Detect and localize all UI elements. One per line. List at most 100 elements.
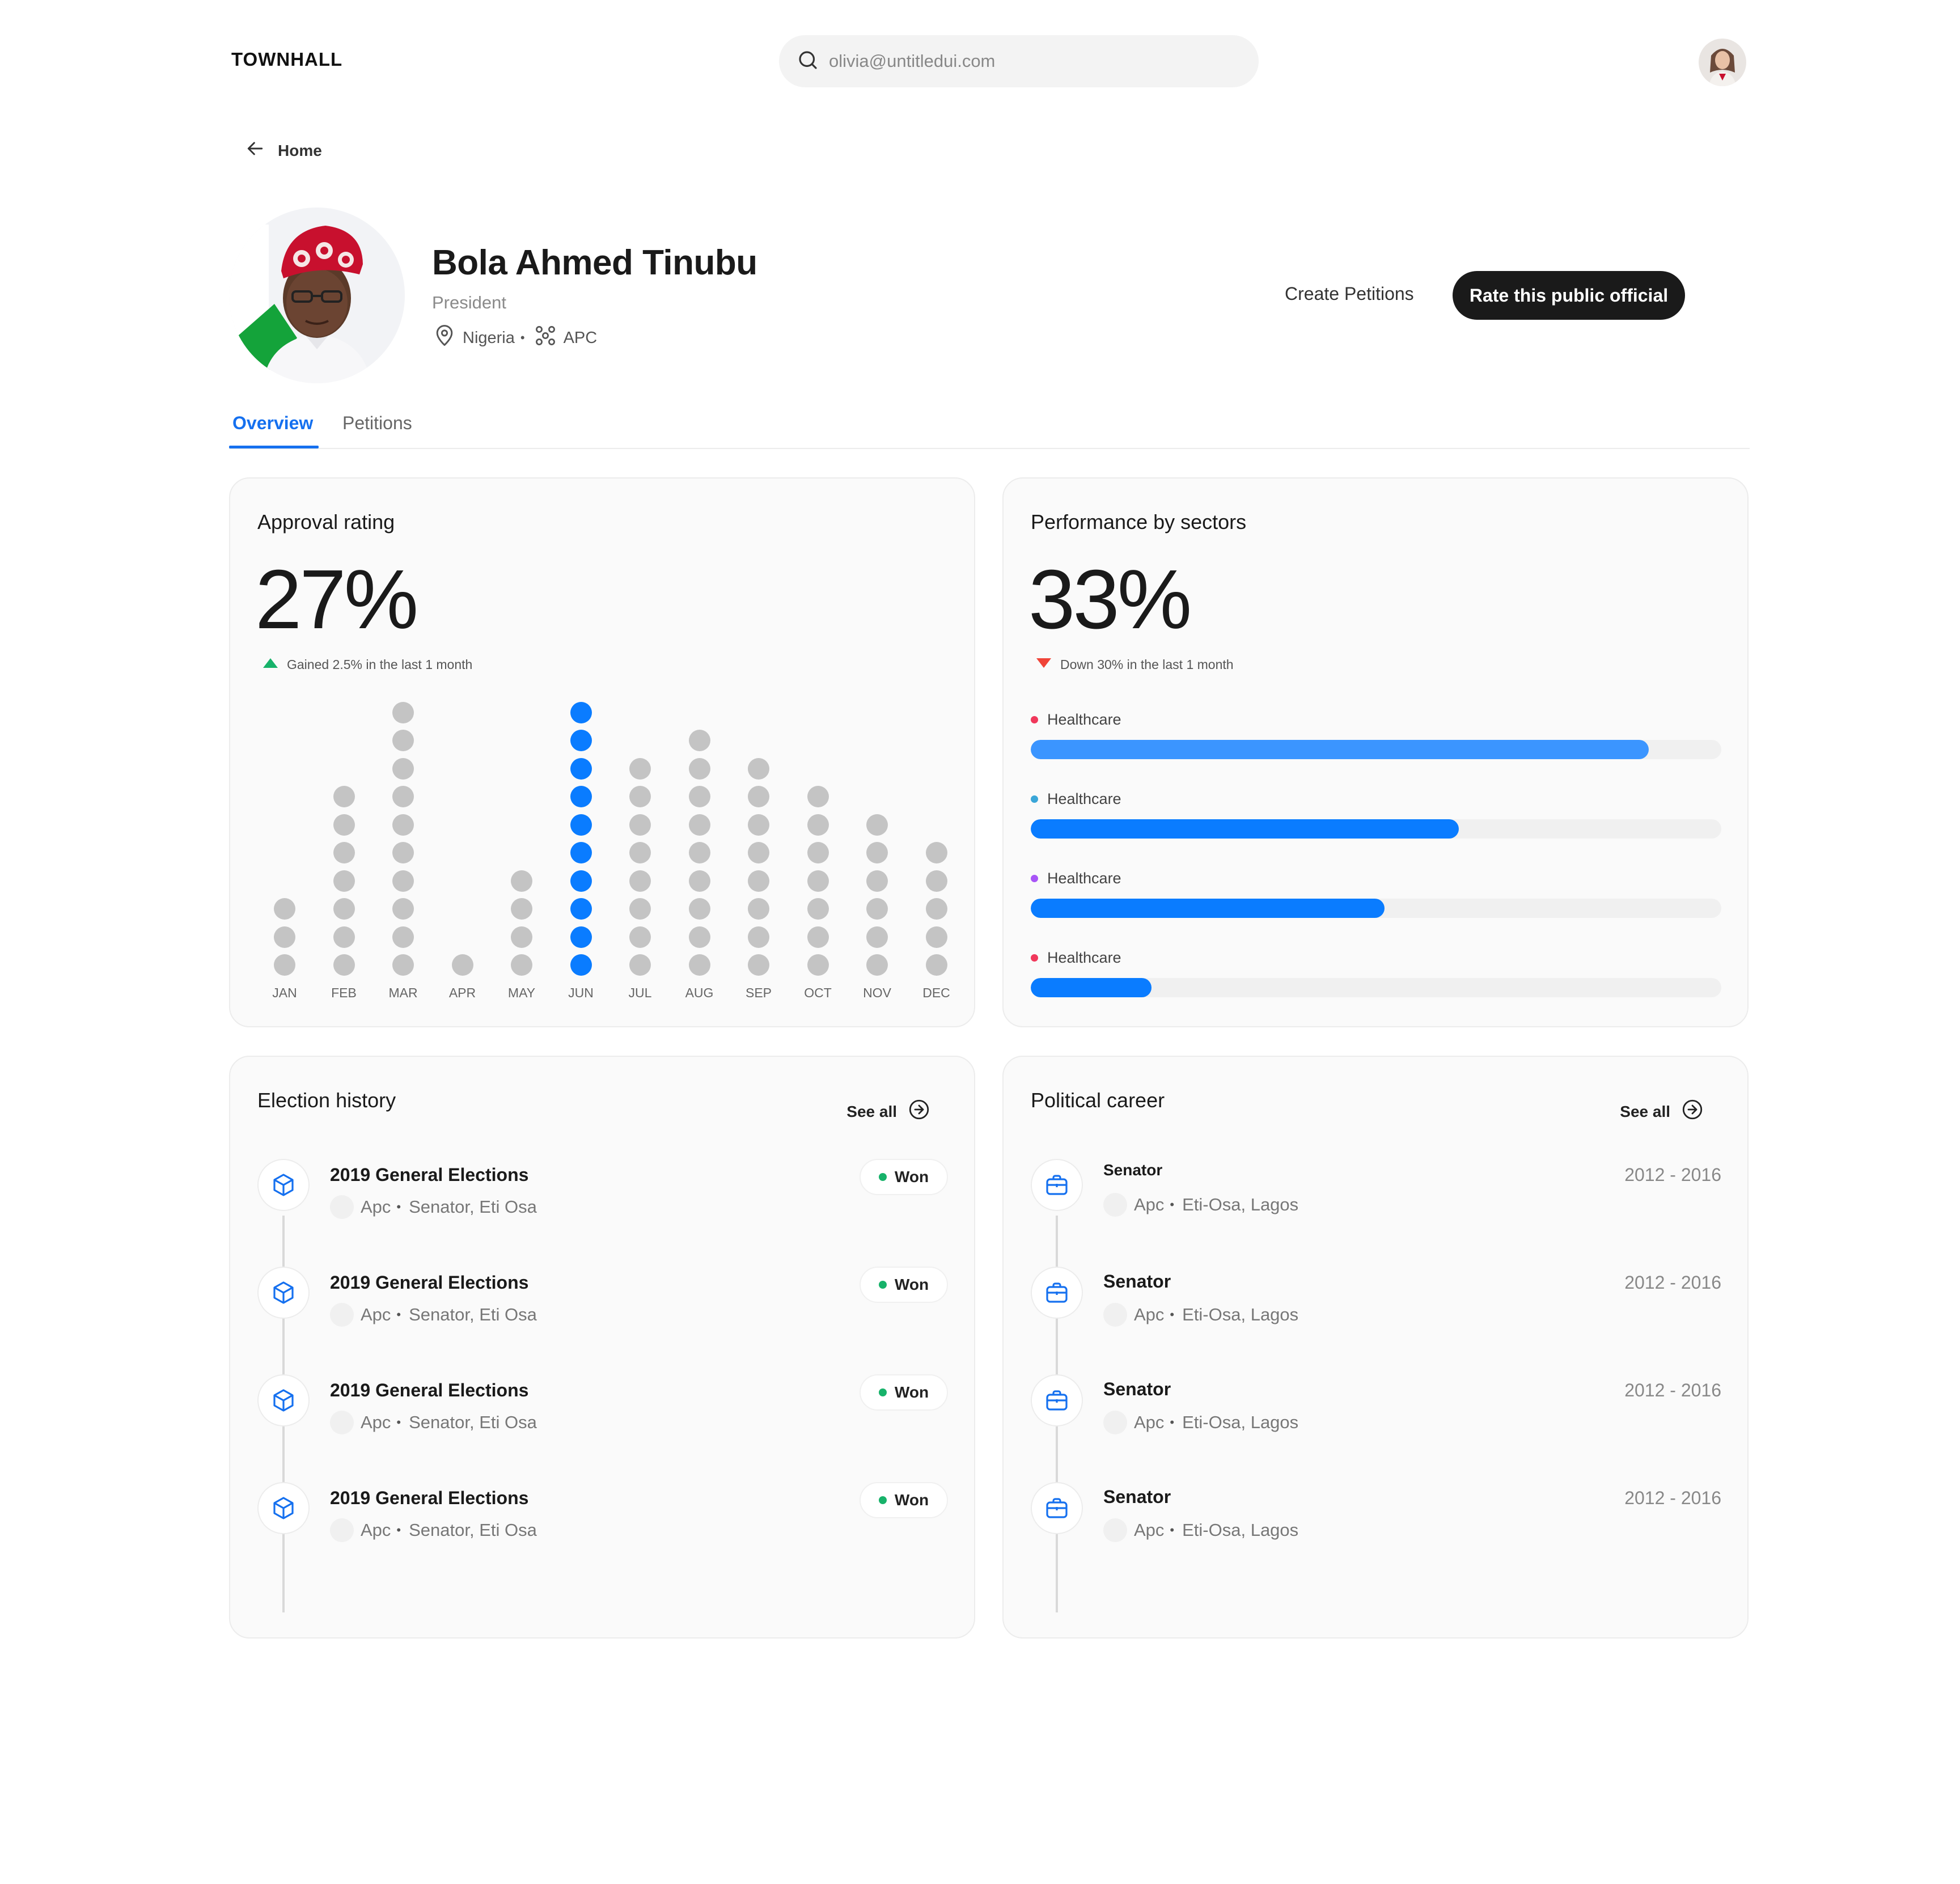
sector-dot	[1031, 954, 1038, 962]
trend-down-icon	[1035, 657, 1052, 672]
approval-dot	[629, 814, 651, 836]
approval-dot	[570, 730, 592, 751]
approval-dot	[925, 954, 947, 976]
rate-official-button[interactable]: Rate this public official	[1453, 271, 1685, 320]
approval-dot	[274, 898, 295, 920]
approval-dot	[570, 757, 592, 780]
approval-rating-card: Approval rating 27% Gained 2.5% in the l…	[229, 477, 975, 1027]
career-period: 2012 - 2016	[1624, 1165, 1721, 1185]
party-logo	[330, 1518, 354, 1542]
month-label: DEC	[922, 985, 950, 1000]
approval-dot	[688, 786, 710, 807]
official-country: Nigeria	[463, 328, 515, 347]
approval-dot	[748, 814, 769, 836]
approval-dot	[570, 926, 592, 948]
back-home-link[interactable]: Home	[244, 137, 322, 164]
approval-dot	[629, 870, 651, 892]
profile-tabs: Overview Petitions	[229, 408, 1750, 449]
election-position: Senator, Eti Osa	[409, 1412, 537, 1432]
election-see-all-button[interactable]: See all	[846, 1098, 931, 1125]
performance-value: 33%	[1028, 553, 1192, 646]
back-label: Home	[278, 141, 322, 159]
performance-card: Performance by sectors 33% Down 30% in t…	[1002, 477, 1749, 1027]
approval-dot	[688, 814, 710, 836]
month-label: MAR	[388, 985, 418, 1000]
sector-name: Healthcare	[1047, 790, 1121, 807]
tab-overview[interactable]: Overview	[232, 413, 313, 434]
approval-dot	[807, 814, 829, 836]
career-title: Senator	[1103, 1161, 1163, 1179]
election-title: 2019 General Elections	[330, 1272, 529, 1293]
performance-trend-text: Down 30% in the last 1 month	[1060, 657, 1234, 672]
sector-row: Healthcare	[1031, 949, 1721, 997]
meta-separator: •	[520, 331, 525, 345]
see-all-label: See all	[846, 1102, 897, 1120]
approval-dot	[629, 898, 651, 920]
result-badge: Won	[860, 1159, 948, 1195]
search-bar[interactable]	[779, 35, 1259, 87]
approval-dot	[688, 842, 710, 863]
approval-dot	[748, 786, 769, 807]
career-location: Eti-Osa, Lagos	[1182, 1412, 1299, 1432]
detail-separator: •	[1170, 1307, 1175, 1322]
sector-name: Healthcare	[1047, 711, 1121, 728]
approval-dot	[925, 870, 947, 892]
approval-dot	[629, 954, 651, 976]
career-party: Apc	[1134, 1412, 1165, 1432]
career-party: Apc	[1134, 1305, 1165, 1324]
briefcase-icon	[1031, 1482, 1083, 1534]
approval-dot	[748, 842, 769, 863]
create-petitions-button[interactable]: Create Petitions	[1285, 283, 1414, 304]
career-period: 2012 - 2016	[1624, 1272, 1721, 1293]
approval-dot	[688, 926, 710, 948]
career-see-all-button[interactable]: See all	[1620, 1098, 1704, 1125]
approval-dot	[392, 870, 414, 892]
month-label: JUN	[568, 985, 594, 1000]
tab-petitions[interactable]: Petitions	[342, 413, 412, 434]
search-input[interactable]	[829, 51, 1226, 71]
month-label: APR	[448, 985, 476, 1000]
user-avatar[interactable]	[1699, 39, 1746, 86]
month-label: SEP	[745, 985, 772, 1000]
sector-dot	[1031, 875, 1038, 882]
election-position: Senator, Eti Osa	[409, 1305, 537, 1324]
approval-dot	[688, 898, 710, 920]
election-party: Apc	[361, 1520, 391, 1540]
election-position: Senator, Eti Osa	[409, 1520, 537, 1540]
party-logo	[1103, 1411, 1127, 1434]
briefcase-icon	[1031, 1374, 1083, 1426]
election-party: Apc	[361, 1305, 391, 1324]
approval-dot	[570, 954, 592, 976]
approval-dot	[392, 842, 414, 863]
approval-dot	[392, 701, 414, 723]
approval-dot	[807, 898, 829, 920]
election-party: Apc	[361, 1197, 391, 1217]
official-role: President	[432, 293, 506, 312]
official-name: Bola Ahmed Tinubu	[432, 243, 757, 282]
approval-dot	[392, 926, 414, 948]
approval-dot	[333, 786, 355, 807]
month-label: MAY	[507, 985, 536, 1000]
approval-dot	[333, 926, 355, 948]
detail-separator: •	[1170, 1415, 1175, 1429]
approval-dot	[925, 842, 947, 863]
approval-title: Approval rating	[257, 510, 395, 534]
sector-label-row: Healthcare	[1031, 790, 1721, 808]
political-career-card: Political career See all Senator Apc • Eti-…	[1002, 1056, 1749, 1639]
approval-dot	[392, 730, 414, 751]
approval-dot	[392, 954, 414, 976]
sector-bar-track	[1031, 899, 1721, 918]
career-details: Apc • Eti-Osa, Lagos	[1103, 1303, 1298, 1327]
month-label: NOV	[863, 985, 891, 1000]
approval-value: 27%	[255, 553, 418, 646]
approval-dot	[748, 954, 769, 976]
sector-label-row: Healthcare	[1031, 870, 1721, 887]
sector-dot	[1031, 716, 1038, 723]
result-label: Won	[894, 1383, 929, 1401]
approval-dot	[333, 842, 355, 863]
approval-dot	[570, 786, 592, 807]
sector-label-row: Healthcare	[1031, 711, 1721, 729]
election-position: Senator, Eti Osa	[409, 1197, 537, 1217]
election-cube-icon	[257, 1482, 310, 1534]
townhall-logo[interactable]: TOWNHALL	[231, 49, 342, 70]
